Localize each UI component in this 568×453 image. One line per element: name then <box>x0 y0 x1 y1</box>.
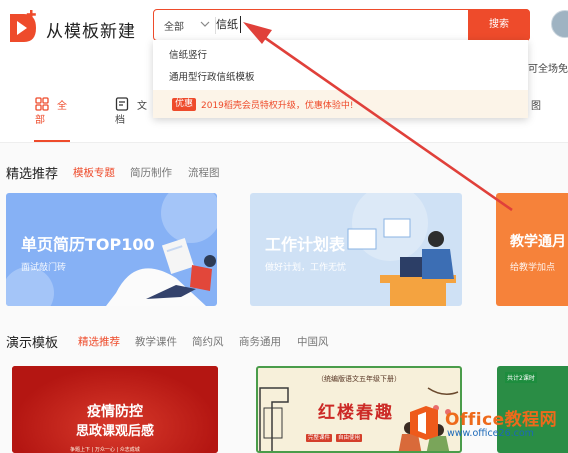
category-document-label-2: 档 <box>115 115 125 126</box>
promo-text[interactable]: 2019稻壳会员特权升级，优惠体验中! <box>201 98 354 111</box>
card-title: 红楼春趣 <box>318 403 394 423</box>
banner-teaching[interactable]: 教学通月 给教学加点 <box>496 193 568 306</box>
docer-logo-icon[interactable] <box>8 10 38 44</box>
search-input[interactable]: 信纸 <box>216 16 238 32</box>
chevron-down-icon[interactable] <box>198 17 212 31</box>
search-suggestions: 信纸竖行 通用型行政信纸模板 优惠 2019稻壳会员特权升级，优惠体验中! <box>153 40 528 118</box>
category-image[interactable]: 图 <box>531 97 541 112</box>
banner-title: 单页简历TOP100 <box>21 235 155 254</box>
card-button-free-use: 自由使用 <box>336 434 363 442</box>
section-title-featured: 精选推荐 <box>6 167 59 182</box>
avatar[interactable] <box>551 10 568 38</box>
card-title: 疫情防控 <box>87 404 143 420</box>
category-document-label: 文 <box>137 101 147 112</box>
promo-badge: 优惠 <box>172 98 197 111</box>
card-button-courseware: 完整课件 <box>306 434 333 442</box>
category-all-label: 全 <box>57 101 67 112</box>
office-logo-icon <box>410 406 438 440</box>
tab-courseware[interactable]: 教学课件 <box>135 334 177 349</box>
document-icon <box>115 97 129 111</box>
search-category-select[interactable]: 全部 <box>164 18 184 33</box>
banner-subtitle: 做好计划，工作无忧 <box>265 263 347 273</box>
banner-title: 工作计划表 <box>265 235 346 254</box>
watermark-url: www.office26.com <box>447 428 534 439</box>
suggestion-item[interactable]: 信纸竖行 <box>169 47 207 61</box>
promo-right-text[interactable]: 可全场免费 <box>528 60 568 75</box>
page-title: 从模板新建 <box>46 22 136 42</box>
search-box[interactable]: 全部 信纸 搜索 <box>153 9 530 41</box>
active-tab-underline <box>34 140 70 142</box>
watermark-text: Office教程网 <box>445 410 558 430</box>
tab-flowchart[interactable]: 流程图 <box>188 165 220 180</box>
banner-title: 教学通月 <box>510 234 566 250</box>
grid-icon <box>35 97 49 111</box>
tab-resume[interactable]: 简历制作 <box>130 165 172 180</box>
banner-resume[interactable]: 单页简历TOP100 面试敲门砖 <box>6 193 217 306</box>
tab-recommended[interactable]: 精选推荐 <box>78 334 120 349</box>
section-title-presentations: 演示模板 <box>6 336 59 351</box>
card-title-2: 思政课观后感 <box>75 424 154 439</box>
suggestion-item[interactable]: 通用型行政信纸模板 <box>169 69 255 83</box>
banner-work-plan[interactable]: 工作计划表 做好计划，工作无忧 <box>250 193 462 306</box>
card-subtitle: 争题上下 | 万众一心 | 众志成城 <box>70 447 140 453</box>
tab-business[interactable]: 商务通用 <box>239 334 281 349</box>
tab-featured-topics[interactable]: 模板专题 <box>73 165 115 180</box>
card-tag: 共计2课时 <box>505 372 537 383</box>
text-caret <box>240 16 241 33</box>
template-card-epidemic[interactable]: 疫情防控 思政课观后感 争题上下 | 万众一心 | 众志成城 <box>12 366 218 453</box>
banner-subtitle: 给教学加点 <box>510 263 556 273</box>
tab-chinese-style[interactable]: 中国风 <box>297 334 329 349</box>
tab-minimal[interactable]: 简约风 <box>192 334 224 349</box>
banner-subtitle: 面试敲门砖 <box>21 263 67 273</box>
search-button[interactable]: 搜索 <box>468 9 530 41</box>
category-all-label-2: 部 <box>35 115 45 126</box>
promo-banner[interactable]: 优惠 2019稻壳会员特权升级，优惠体验中! <box>153 90 528 118</box>
